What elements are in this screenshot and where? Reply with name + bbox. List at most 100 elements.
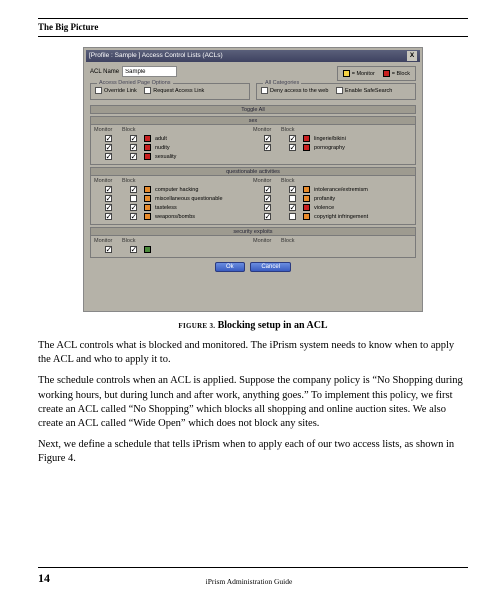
category-swatch bbox=[303, 195, 310, 202]
acl-name-label: ACL Name bbox=[90, 69, 119, 75]
checkbox-icon bbox=[336, 87, 343, 94]
toggle-all-bar[interactable]: Toggle All bbox=[90, 105, 416, 114]
block-checkbox[interactable] bbox=[130, 195, 137, 202]
category-swatch bbox=[144, 213, 151, 220]
legend-block-label: = Block bbox=[392, 71, 410, 77]
request-access-option[interactable]: Request Access Link bbox=[144, 87, 204, 94]
acl-name-input[interactable] bbox=[122, 66, 177, 77]
body-paragraph-3: Next, we define a schedule that tells iP… bbox=[38, 438, 468, 466]
category-label: sexuality bbox=[155, 154, 176, 160]
category-label: tasteless bbox=[155, 205, 177, 211]
footer-rule bbox=[38, 567, 468, 568]
category-swatch bbox=[144, 246, 151, 253]
monitor-checkbox[interactable] bbox=[264, 135, 271, 142]
running-header: The Big Picture bbox=[38, 22, 468, 32]
category-band: questionable activities bbox=[90, 167, 416, 175]
block-checkbox[interactable] bbox=[289, 204, 296, 211]
legend-block-swatch bbox=[383, 70, 390, 77]
category-label: lingerie/bikini bbox=[314, 136, 346, 142]
block-checkbox[interactable] bbox=[130, 135, 137, 142]
monitor-checkbox[interactable] bbox=[105, 144, 112, 151]
page-footer: 14 iPrism Administration Guide bbox=[38, 567, 468, 586]
monitor-checkbox[interactable] bbox=[264, 186, 271, 193]
category-label: miscellaneous questionable bbox=[155, 196, 223, 202]
monitor-checkbox[interactable] bbox=[264, 204, 271, 211]
category-row: intolerance/extremism bbox=[253, 185, 412, 194]
monitor-checkbox[interactable] bbox=[264, 213, 271, 220]
monitor-checkbox[interactable] bbox=[264, 144, 271, 151]
category-swatch bbox=[144, 195, 151, 202]
safesearch-option[interactable]: Enable SafeSearch bbox=[336, 87, 392, 94]
category-swatch bbox=[303, 135, 310, 142]
ok-button[interactable]: Ok bbox=[215, 262, 245, 272]
category-swatch bbox=[303, 204, 310, 211]
close-icon[interactable]: X bbox=[407, 51, 417, 61]
category-swatch bbox=[144, 135, 151, 142]
deny-web-option[interactable]: Deny access to the web bbox=[261, 87, 328, 94]
category-body: MonitorBlockMonitorBlock bbox=[90, 235, 416, 258]
block-checkbox[interactable] bbox=[130, 204, 137, 211]
block-checkbox[interactable] bbox=[130, 213, 137, 220]
category-label: violence bbox=[314, 205, 334, 211]
category-swatch bbox=[144, 204, 151, 211]
block-checkbox[interactable] bbox=[130, 153, 137, 160]
block-checkbox[interactable] bbox=[289, 213, 296, 220]
block-checkbox[interactable] bbox=[130, 186, 137, 193]
page-number: 14 bbox=[38, 571, 50, 586]
category-row bbox=[94, 245, 253, 254]
monitor-checkbox[interactable] bbox=[105, 186, 112, 193]
category-row: computer hacking bbox=[94, 185, 253, 194]
category-band: security exploits bbox=[90, 227, 416, 235]
all-categories-title: All Categories bbox=[263, 80, 301, 86]
category-label: nudity bbox=[155, 145, 170, 151]
monitor-checkbox[interactable] bbox=[105, 195, 112, 202]
legend-box: Legend = Monitor = Block bbox=[337, 66, 416, 81]
monitor-checkbox[interactable] bbox=[105, 246, 112, 253]
dialog-buttons: Ok Cancel bbox=[86, 258, 420, 272]
category-band: sex bbox=[90, 116, 416, 124]
category-label: computer hacking bbox=[155, 187, 198, 193]
category-swatch bbox=[303, 186, 310, 193]
footer-title: iPrism Administration Guide bbox=[206, 577, 293, 586]
block-checkbox[interactable] bbox=[130, 144, 137, 151]
block-checkbox[interactable] bbox=[289, 195, 296, 202]
body-paragraph-1: The ACL controls what is blocked and mon… bbox=[38, 339, 468, 367]
block-checkbox[interactable] bbox=[289, 186, 296, 193]
access-denied-group: Access Denied Page Options Override Link… bbox=[90, 83, 250, 100]
override-link-option[interactable]: Override Link bbox=[95, 87, 137, 94]
block-checkbox[interactable] bbox=[289, 135, 296, 142]
legend-monitor-label: = Monitor bbox=[352, 71, 375, 77]
category-row: lingerie/bikini bbox=[253, 134, 412, 143]
category-label: copyright infringement bbox=[314, 214, 368, 220]
category-row: weapons/bombs bbox=[94, 212, 253, 221]
category-row: miscellaneous questionable bbox=[94, 194, 253, 203]
category-row: violence bbox=[253, 203, 412, 212]
category-label: weapons/bombs bbox=[155, 214, 195, 220]
block-checkbox[interactable] bbox=[130, 246, 137, 253]
legend-monitor-swatch bbox=[343, 70, 350, 77]
category-row: sexuality bbox=[94, 152, 253, 161]
monitor-checkbox[interactable] bbox=[105, 213, 112, 220]
monitor-checkbox[interactable] bbox=[264, 195, 271, 202]
category-row: pornography bbox=[253, 143, 412, 152]
category-swatch bbox=[303, 213, 310, 220]
category-body: MonitorBlockadultnuditysexualityMonitorB… bbox=[90, 124, 416, 165]
checkbox-icon bbox=[144, 87, 151, 94]
monitor-checkbox[interactable] bbox=[105, 204, 112, 211]
checkbox-icon bbox=[95, 87, 102, 94]
checkbox-icon bbox=[261, 87, 268, 94]
monitor-checkbox[interactable] bbox=[105, 153, 112, 160]
block-checkbox[interactable] bbox=[289, 144, 296, 151]
category-label: profanity bbox=[314, 196, 335, 202]
cancel-button[interactable]: Cancel bbox=[250, 262, 291, 272]
header-rule-top bbox=[38, 18, 468, 19]
monitor-checkbox[interactable] bbox=[105, 135, 112, 142]
category-row: nudity bbox=[94, 143, 253, 152]
acl-name-field: ACL Name bbox=[90, 66, 177, 77]
category-row: profanity bbox=[253, 194, 412, 203]
body-paragraph-2: The schedule controls when an ACL is app… bbox=[38, 374, 468, 431]
figure-title: Blocking setup in an ACL bbox=[218, 320, 328, 331]
category-label: adult bbox=[155, 136, 167, 142]
category-row: copyright infringement bbox=[253, 212, 412, 221]
category-row: tasteless bbox=[94, 203, 253, 212]
